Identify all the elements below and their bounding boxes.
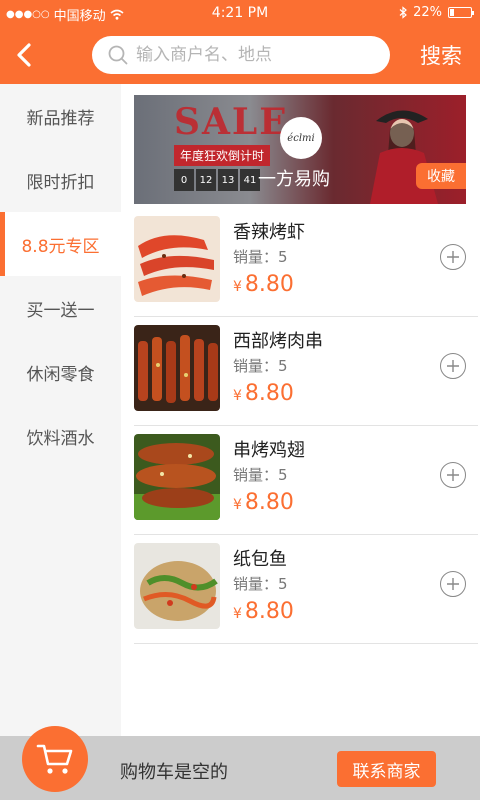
banner-shop-name: 一方易购 (258, 169, 330, 190)
add-to-cart-button[interactable] (440, 571, 466, 597)
countdown-days: 0 (174, 169, 194, 191)
product-image-shrimp (134, 216, 220, 302)
product-item[interactable]: 西部烤肉串 销量：5 ¥ 8.80 (134, 317, 478, 426)
add-to-cart-button[interactable] (440, 244, 466, 270)
product-sales: 销量：5 (233, 466, 288, 484)
sidebar-item-new[interactable]: 新品推荐 (0, 84, 121, 148)
product-item[interactable]: 纸包鱼 销量：5 ¥ 8.80 (134, 535, 478, 644)
product-item[interactable]: 香辣烤虾 销量：5 ¥ 8.80 (134, 208, 478, 317)
shop-screen: ●●●○○ 中国移动 4:21 PM 22% 输入商户名、地点 搜索 新品推荐 … (0, 0, 480, 800)
product-image-chicken-wings (134, 434, 220, 520)
countdown-seconds: 41 (240, 169, 260, 191)
search-icon (108, 45, 128, 65)
banner-countdown: 0 12 13 41 (174, 169, 260, 191)
price-currency: ¥ (233, 606, 242, 622)
search-input[interactable] (136, 45, 376, 65)
search-box[interactable] (92, 36, 390, 74)
shop-banner[interactable]: SALE 年度狂欢倒计时 0 12 13 41 éclmi 一方易购 收藏 (134, 95, 466, 204)
sidebar-item-label: 8.8元专区 (21, 236, 100, 257)
cart-bar: 购物车是空的 联系商家 (0, 726, 480, 800)
banner-subtitle: 年度狂欢倒计时 (174, 145, 271, 166)
product-name: 串烤鸡翅 (233, 440, 305, 461)
product-sales: 销量：5 (233, 248, 288, 266)
sidebar-item-label: 限时折扣 (26, 172, 95, 193)
category-sidebar: 新品推荐 限时折扣 8.8元专区 买一送一 休闲零食 饮料酒水 (0, 84, 121, 736)
price-currency: ¥ (233, 497, 242, 513)
cart-button[interactable] (22, 726, 88, 792)
sidebar-item-discount[interactable]: 限时折扣 (0, 148, 121, 212)
product-price: ¥ 8.80 (233, 272, 294, 297)
sidebar-item-buy-one-get-one[interactable]: 买一送一 (0, 276, 121, 340)
price-value: 8.80 (244, 381, 294, 406)
shopping-cart-icon (36, 744, 73, 774)
product-name: 香辣烤虾 (233, 222, 305, 243)
price-value: 8.80 (244, 272, 294, 297)
sidebar-item-label: 买一送一 (26, 300, 95, 321)
countdown-minutes: 13 (218, 169, 238, 191)
status-bar: ●●●○○ 中国移动 4:21 PM 22% (0, 0, 480, 26)
product-sales: 销量：5 (233, 575, 288, 593)
product-price: ¥ 8.80 (233, 490, 294, 515)
plus-icon (447, 578, 459, 590)
plus-icon (447, 469, 459, 481)
product-name: 西部烤肉串 (233, 331, 323, 352)
add-to-cart-button[interactable] (440, 353, 466, 379)
sidebar-item-snacks[interactable]: 休闲零食 (0, 340, 121, 404)
product-image-skewers (134, 325, 220, 411)
battery-icon (448, 7, 474, 18)
product-price: ¥ 8.80 (233, 381, 294, 406)
contact-merchant-button[interactable]: 联系商家 (337, 751, 436, 787)
product-image-paper-fish (134, 543, 220, 629)
price-currency: ¥ (233, 388, 242, 404)
banner-sale-text: SALE (174, 101, 289, 143)
product-name: 纸包鱼 (233, 549, 287, 570)
product-item[interactable]: 串烤鸡翅 销量：5 ¥ 8.80 (134, 426, 478, 535)
price-value: 8.80 (244, 599, 294, 624)
plus-icon (447, 251, 459, 263)
sidebar-item-label: 休闲零食 (26, 364, 95, 385)
header: ●●●○○ 中国移动 4:21 PM 22% 输入商户名、地点 搜索 (0, 0, 480, 84)
battery-percent: 22% (413, 5, 442, 20)
sidebar-item-8-8-zone[interactable]: 8.8元专区 (0, 212, 121, 276)
sidebar-item-label: 新品推荐 (26, 108, 95, 129)
chevron-left-icon (17, 43, 31, 67)
search-button[interactable]: 搜索 (420, 40, 462, 70)
cart-empty-text: 购物车是空的 (120, 762, 228, 783)
sidebar-item-drinks[interactable]: 饮料酒水 (0, 404, 121, 468)
favorite-button[interactable]: 收藏 (416, 163, 466, 189)
add-to-cart-button[interactable] (440, 462, 466, 488)
shop-logo: éclmi (280, 117, 322, 159)
price-value: 8.80 (244, 490, 294, 515)
bluetooth-icon (399, 6, 408, 19)
back-button[interactable] (8, 38, 40, 72)
sidebar-item-label: 饮料酒水 (26, 428, 95, 449)
plus-icon (447, 360, 459, 372)
countdown-hours: 12 (196, 169, 216, 191)
price-currency: ¥ (233, 279, 242, 295)
product-sales: 销量：5 (233, 357, 288, 375)
battery-fill (450, 9, 454, 16)
product-price: ¥ 8.80 (233, 599, 294, 624)
